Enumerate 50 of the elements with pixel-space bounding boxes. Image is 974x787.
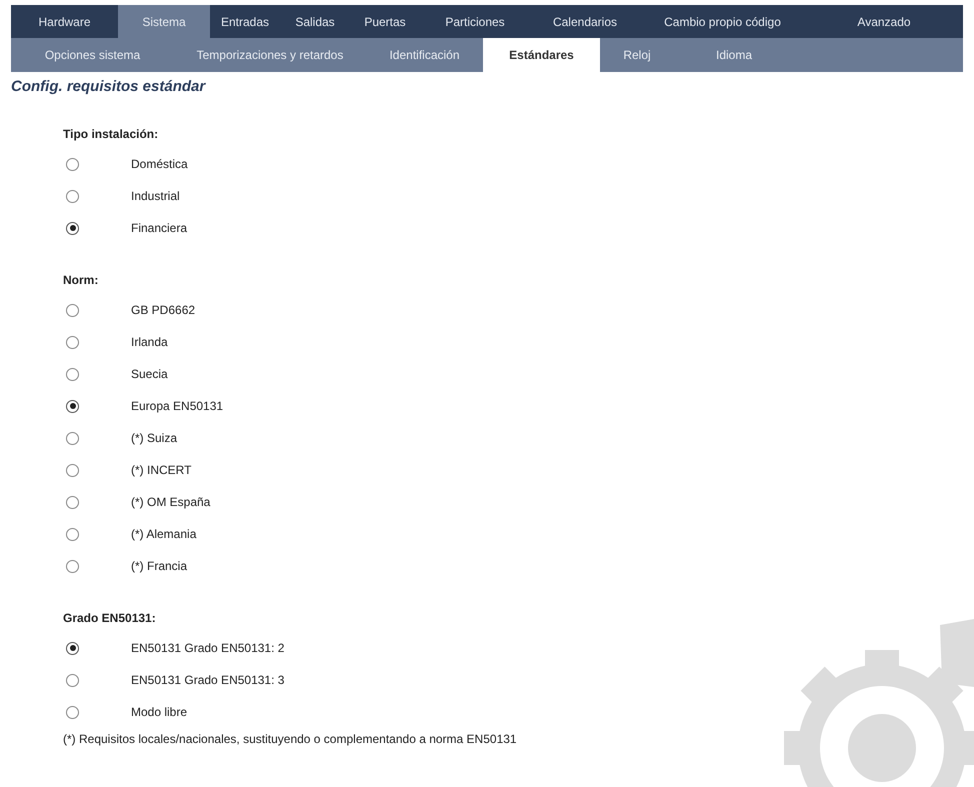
page-title: Config. requisitos estándar — [11, 77, 207, 97]
option-label: (*) Alemania — [131, 527, 196, 541]
nav-tab[interactable]: Salidas — [280, 5, 350, 38]
option-label: Financiera — [131, 221, 188, 235]
radio-button[interactable] — [66, 222, 79, 234]
option-label: EN50131 Grado EN50131: 3 — [131, 673, 284, 687]
sub-tab[interactable]: Estándares — [483, 38, 600, 72]
radio-button[interactable] — [66, 400, 79, 412]
sub-tab[interactable]: Idioma — [674, 38, 794, 72]
nav-tab[interactable]: Cambio propio código — [640, 5, 805, 38]
sub-tab[interactable]: Reloj — [600, 38, 674, 72]
nav-tab[interactable]: Sistema — [118, 5, 210, 38]
nav-tab[interactable]: Puertas — [350, 5, 420, 38]
sub-tab[interactable]: Identificación — [366, 38, 483, 72]
radio-button[interactable] — [66, 304, 79, 316]
option-label: EN50131 Grado EN50131: 2 — [131, 641, 284, 655]
radio-button[interactable] — [66, 464, 79, 476]
option-label: (*) OM España — [131, 495, 210, 509]
option-label: Modo libre — [131, 705, 188, 719]
radio-button[interactable] — [66, 674, 79, 686]
option-label: (*) Francia — [131, 559, 188, 573]
sub-tab[interactable]: Opciones sistema — [11, 38, 174, 72]
nav-tab[interactable]: Avanzado — [805, 5, 963, 38]
group-heading: Norm: — [63, 272, 98, 289]
radio-button[interactable] — [66, 190, 79, 202]
radio-button[interactable] — [66, 642, 79, 654]
footnote: (*) Requisitos locales/nacionales, sustituyendo o complementando a norma EN50131 — [63, 732, 517, 746]
sub-tab[interactable]: Temporizaciones y retardos — [174, 38, 366, 72]
option-label: Europa EN50131 — [131, 399, 224, 413]
option-label: (*) INCERT — [131, 463, 192, 477]
option-label: (*) Suiza — [131, 431, 178, 445]
group-heading: Grado EN50131: — [63, 610, 156, 627]
option-label: Suecia — [131, 367, 168, 381]
option-label: Industrial — [131, 189, 180, 203]
nav-tab[interactable]: Particiones — [420, 5, 530, 38]
option-label: Doméstica — [131, 157, 188, 171]
radio-button[interactable] — [66, 432, 79, 444]
nav-tab[interactable]: Hardware — [11, 5, 118, 38]
radio-button[interactable] — [66, 560, 79, 572]
option-label: Irlanda — [131, 335, 168, 349]
radio-button[interactable] — [66, 368, 79, 380]
radio-button[interactable] — [66, 496, 79, 508]
radio-button[interactable] — [66, 336, 79, 348]
radio-button[interactable] — [66, 528, 79, 540]
radio-button[interactable] — [66, 158, 79, 170]
nav-tab[interactable]: Entradas — [210, 5, 280, 38]
option-label: GB PD6662 — [131, 303, 196, 317]
nav-tab[interactable]: Calendarios — [530, 5, 640, 38]
group-heading: Tipo instalación: — [63, 126, 158, 143]
radio-button[interactable] — [66, 706, 79, 718]
